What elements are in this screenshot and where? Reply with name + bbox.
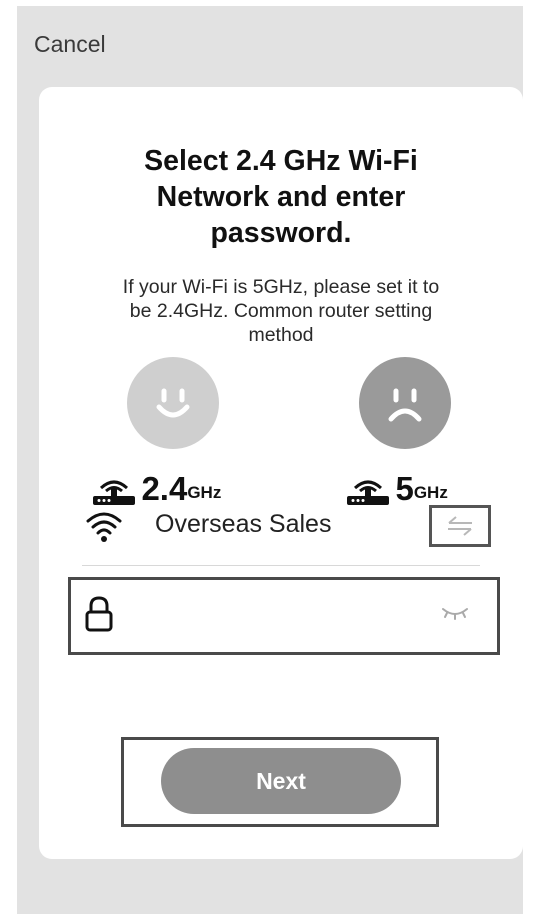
lock-icon [85, 596, 113, 632]
switch-network-button[interactable] [429, 505, 491, 547]
router-icon [93, 480, 135, 505]
wifi-setup-card: Select 2.4 GHz Wi-Fi Network and enter p… [39, 87, 523, 859]
switch-network-icon [448, 516, 472, 536]
happy-face-icon [127, 357, 219, 449]
sad-face-icon [359, 357, 451, 449]
page-title: Select 2.4 GHz Wi-Fi Network and enter p… [39, 143, 523, 251]
router-icon [347, 480, 389, 505]
password-input[interactable] [133, 598, 437, 636]
band-number: 5 [395, 470, 414, 507]
network-name: Overseas Sales [155, 510, 332, 538]
instruction-line-1: If your Wi-Fi is 5GHz, please set it to [122, 276, 440, 298]
next-button-highlight: Next [121, 737, 439, 827]
title-line-2: Network and enter [156, 181, 406, 213]
wifi-icon [86, 512, 122, 542]
band-number: 2.4 [141, 470, 188, 507]
password-field[interactable] [68, 577, 500, 655]
instruction-line-3: method [248, 324, 314, 346]
band-unit: GHz [413, 483, 448, 502]
cancel-button[interactable]: Cancel [34, 31, 106, 58]
instruction-text: If your Wi-Fi is 5GHz, please set it to … [69, 275, 493, 347]
title-line-3: password. [210, 217, 352, 249]
title-line-1: Select 2.4 GHz Wi-Fi [144, 145, 418, 177]
next-button[interactable]: Next [161, 748, 401, 814]
instruction-line-2: be 2.4GHz. Common router setting [129, 300, 433, 322]
divider [82, 565, 480, 566]
band-unit: GHz [187, 483, 222, 502]
eye-closed-icon[interactable] [441, 606, 469, 620]
